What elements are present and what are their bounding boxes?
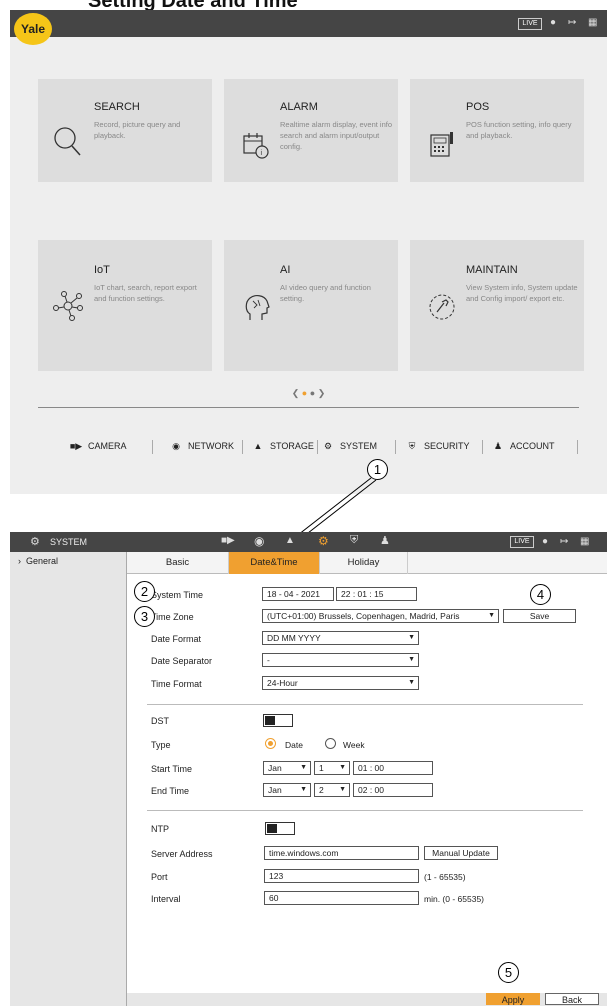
yale-logo: Yale [14, 13, 52, 45]
sidebar: › General [10, 552, 127, 1006]
time-format-select[interactable]: 24-Hour ▼ [262, 676, 419, 690]
dropdown-arrow-icon: ▼ [300, 786, 307, 793]
logout-icon[interactable]: ↦ [560, 536, 568, 548]
ntp-label: NTP [151, 824, 169, 834]
callout-5: 5 [498, 962, 519, 983]
tab-date-time[interactable]: Date&Time [229, 552, 320, 574]
callout-3: 3 [134, 606, 155, 627]
start-day-value: 1 [319, 763, 324, 773]
dropdown-arrow-icon: ▼ [488, 612, 495, 619]
port-input[interactable]: 123 [264, 869, 419, 883]
end-month-select[interactable]: Jan ▼ [263, 783, 311, 797]
interval-label: Interval [151, 894, 181, 904]
time-format-label: Time Format [151, 679, 202, 689]
date-separator-value: - [267, 655, 270, 665]
network-icon[interactable]: ◉ [254, 534, 264, 548]
type-label: Type [151, 740, 171, 750]
callout-2: 2 [134, 581, 155, 602]
dropdown-arrow-icon: ▼ [339, 786, 346, 793]
time-field[interactable]: 22 : 01 : 15 [336, 587, 417, 601]
shield-icon[interactable]: ⛨ [350, 534, 358, 547]
tab-basic[interactable]: Basic [127, 552, 229, 574]
date-format-label: Date Format [151, 634, 202, 644]
tab-holiday[interactable]: Holiday [320, 552, 408, 574]
start-time-field[interactable]: 01 : 00 [353, 761, 433, 775]
start-month-value: Jan [268, 763, 282, 773]
type-date-radio[interactable] [265, 738, 276, 749]
server-address-input[interactable]: time.windows.com [264, 846, 419, 860]
gears-icon: ⚙ [30, 536, 40, 548]
dropdown-arrow-icon: ▼ [408, 679, 415, 686]
top-bar: ⚙ SYSTEM ■▶ ◉ ▲ ⚙ ⛨ ♟ LIVE ● ↦ ▦ [10, 532, 607, 552]
time-format-value: 24-Hour [267, 678, 298, 688]
ntp-toggle[interactable] [265, 822, 295, 835]
manual-update-button[interactable]: Manual Update [424, 846, 498, 860]
dropdown-arrow-icon: ▼ [300, 764, 307, 771]
sidebar-item-general[interactable]: › General [18, 556, 58, 566]
callout-1: 1 [367, 459, 388, 480]
end-day-select[interactable]: 2 ▼ [314, 783, 350, 797]
gears-icon[interactable]: ⚙ [318, 534, 329, 548]
system-time-label: System Time [151, 590, 204, 600]
user-icon[interactable]: ● [542, 536, 548, 548]
date-separator-label: Date Separator [151, 656, 213, 666]
date-format-value: DD MM YYYY [267, 633, 321, 643]
interval-range: min. (0 - 65535) [424, 894, 484, 904]
time-zone-select[interactable]: (UTC+01:00) Brussels, Copenhagen, Madrid… [262, 609, 499, 623]
dropdown-arrow-icon: ▼ [408, 634, 415, 641]
date-separator-select[interactable]: - ▼ [262, 653, 419, 667]
sidebar-item-label: General [26, 556, 59, 566]
toggle-knob [267, 824, 277, 833]
save-button[interactable]: Save [503, 609, 576, 623]
date-field[interactable]: 18 - 04 - 2021 [262, 587, 334, 601]
account-icon[interactable]: ♟ [380, 534, 390, 547]
type-date-label: Date [285, 740, 303, 750]
port-range: (1 - 65535) [424, 872, 466, 882]
type-week-radio[interactable] [325, 738, 336, 749]
end-time-field[interactable]: 02 : 00 [353, 783, 433, 797]
start-time-label: Start Time [151, 764, 193, 774]
type-week-label: Week [343, 740, 365, 750]
time-zone-label: Time Zone [151, 612, 194, 622]
dropdown-arrow-icon: ▼ [408, 656, 415, 663]
section-title: SYSTEM [50, 537, 88, 547]
start-month-select[interactable]: Jan ▼ [263, 761, 311, 775]
dst-label: DST [151, 716, 169, 726]
dropdown-arrow-icon: ▼ [339, 764, 346, 771]
time-zone-value: (UTC+01:00) Brussels, Copenhagen, Madrid… [267, 611, 460, 621]
chevron-right-icon: › [18, 556, 21, 566]
live-button[interactable]: LIVE [510, 536, 534, 548]
back-button[interactable]: Back [545, 993, 599, 1005]
end-time-label: End Time [151, 786, 190, 796]
subtabs: Basic Date&Time Holiday [127, 552, 607, 574]
dst-toggle[interactable] [263, 714, 293, 727]
interval-input[interactable]: 60 [264, 891, 419, 905]
apply-button[interactable]: Apply [486, 993, 540, 1005]
end-month-value: Jan [268, 785, 282, 795]
callout-4: 4 [530, 584, 551, 605]
end-day-value: 2 [319, 785, 324, 795]
divider [147, 704, 583, 705]
date-format-select[interactable]: DD MM YYYY ▼ [262, 631, 419, 645]
divider [147, 810, 583, 811]
server-address-label: Server Address [151, 849, 213, 859]
storage-icon[interactable]: ▲ [285, 535, 295, 546]
port-label: Port [151, 872, 168, 882]
camera-icon[interactable]: ■▶ [221, 535, 235, 546]
grid-icon[interactable]: ▦ [580, 536, 589, 548]
toggle-knob [265, 716, 275, 725]
start-day-select[interactable]: 1 ▼ [314, 761, 350, 775]
